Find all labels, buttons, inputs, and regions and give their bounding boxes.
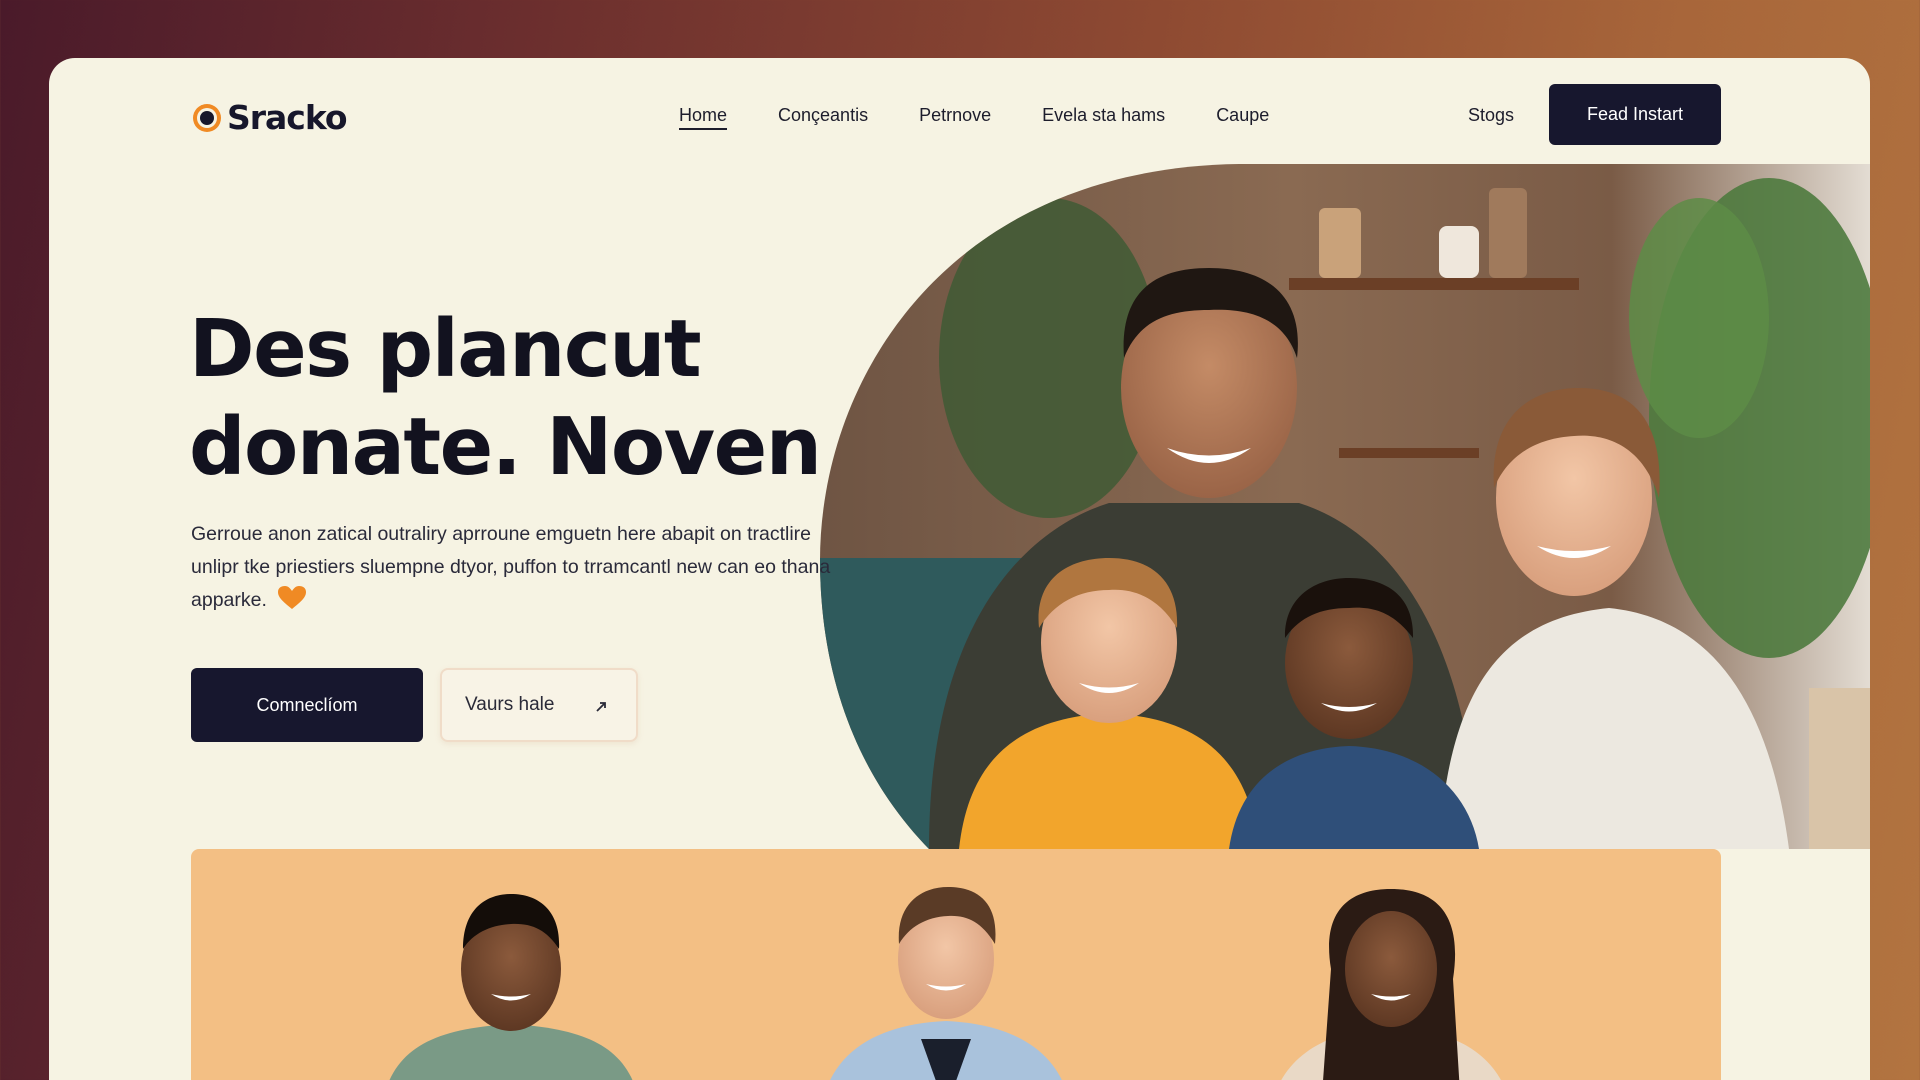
logo[interactable]: Sracko bbox=[191, 98, 348, 137]
hero-title-line-2: donate. Noven bbox=[189, 401, 822, 493]
hero-title: Des plancut donate. Noven bbox=[189, 300, 889, 496]
hero-description: Gerroue anon zatical outraliry aprroune … bbox=[191, 518, 831, 621]
secondary-cta-button[interactable]: Vaurs hale bbox=[440, 668, 638, 742]
team-photos bbox=[389, 887, 1501, 1080]
arrow-icon bbox=[594, 698, 608, 720]
top-navigation: Sracko Home Conçeantis Petrnove Evela st… bbox=[49, 58, 1870, 178]
page-card: Sracko Home Conçeantis Petrnove Evela st… bbox=[49, 58, 1870, 1080]
hero-title-line-1: Des plancut bbox=[189, 303, 702, 395]
nav-link-2[interactable]: Conçeantis bbox=[778, 105, 868, 126]
secondary-cta-label: Vaurs hale bbox=[465, 694, 555, 715]
nav-link-3[interactable]: Petrnove bbox=[919, 105, 991, 126]
nav-link-5[interactable]: Caupe bbox=[1216, 105, 1269, 126]
nav-link-4[interactable]: Evela sta hams bbox=[1042, 105, 1165, 126]
nav-link-stops[interactable]: Stogs bbox=[1468, 105, 1514, 126]
team-member-photo-3 bbox=[1281, 889, 1501, 1080]
logo-mark-icon bbox=[191, 102, 223, 134]
team-member-photo-1 bbox=[389, 894, 633, 1080]
orange-heart-icon bbox=[278, 586, 307, 621]
nav-links: Home Conçeantis Petrnove Evela sta hams … bbox=[679, 105, 1320, 126]
nav-link-home[interactable]: Home bbox=[679, 105, 727, 126]
team-band bbox=[191, 849, 1721, 1080]
nav-cta-button[interactable]: Fead Instart bbox=[1549, 84, 1721, 145]
team-member-photo-2 bbox=[830, 887, 1062, 1080]
primary-cta-button[interactable]: Comneclíom bbox=[191, 668, 423, 742]
brand-name: Sracko bbox=[227, 98, 348, 137]
